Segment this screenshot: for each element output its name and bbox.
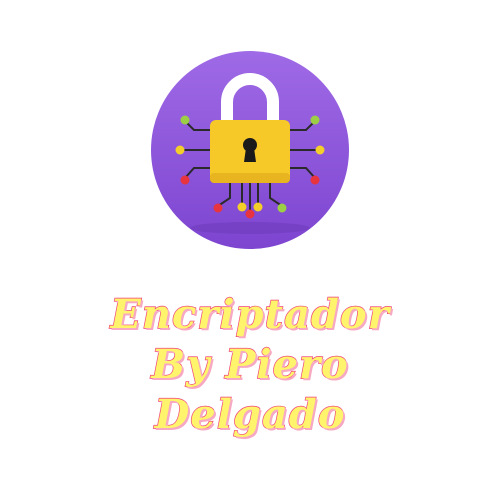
title-line-1: Encriptador — [110, 290, 390, 338]
circle-shadow — [190, 222, 310, 234]
title-text: Encriptador By Piero Delgado — [0, 290, 500, 440]
lock-body-shade — [210, 173, 290, 183]
page: Encriptador By Piero Delgado — [0, 0, 500, 500]
title-line-3: Delgado — [154, 390, 346, 438]
title-line-2: By Piero — [151, 340, 349, 388]
padlock-circuit-logo — [151, 51, 349, 249]
